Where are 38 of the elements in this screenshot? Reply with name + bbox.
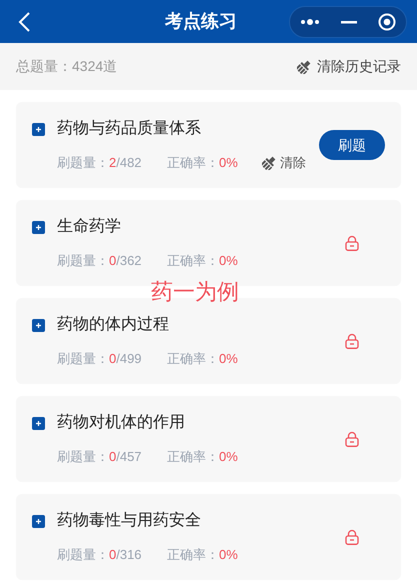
close-icon[interactable] [378,12,396,30]
total-questions: 总题量：4324道 [16,57,118,76]
plus-icon [32,416,45,430]
subject-card[interactable]: 药物与药品质量体系 刷题量：2/482 正确率：0% 清除 刷题 [16,102,401,188]
practice-button[interactable]: 刷题 [319,130,385,160]
plus-icon [32,122,45,136]
minimize-icon[interactable] [340,20,357,24]
subject-title: 药物与药品质量体系 [57,118,201,140]
subject-title: 药物毒性与用药安全 [57,510,201,532]
page-title: 考点练习 [165,10,237,33]
practice-count: 刷题量：0/457 [57,448,143,466]
subject-title: 生命药学 [57,216,121,238]
clear-link[interactable]: 清除 [262,153,306,173]
accuracy-rate: 正确率：0% [167,252,238,270]
lock-icon [344,529,360,545]
accuracy-rate: 正确率：0% [167,350,238,368]
back-icon[interactable] [17,10,31,32]
practice-count: 刷题量：0/362 [57,252,143,270]
plus-icon [32,318,45,332]
lock-icon [344,431,360,447]
accuracy-rate: 正确率：0% [167,154,238,172]
lock-icon [344,235,360,251]
subject-card[interactable]: 药物毒性与用药安全 刷题量：0/316 正确率：0% [16,494,401,580]
broom-icon [262,156,276,170]
clear-history-link[interactable]: 清除历史记录 [297,56,401,77]
accuracy-rate: 正确率：0% [167,546,238,564]
subject-card[interactable]: 药物对机体的作用 刷题量：0/457 正确率：0% [16,396,401,482]
broom-icon [297,60,311,74]
more-icon[interactable] [300,18,320,26]
plus-icon [32,220,45,234]
practice-count: 刷题量：0/316 [57,546,143,564]
subject-title: 药物对机体的作用 [57,412,185,434]
accuracy-rate: 正确率：0% [167,448,238,466]
subject-title: 药物的体内过程 [57,314,169,336]
practice-count: 刷题量：2/482 [57,154,143,172]
lock-icon [344,333,360,349]
practice-count: 刷题量：0/499 [57,350,143,368]
plus-icon [32,514,45,528]
